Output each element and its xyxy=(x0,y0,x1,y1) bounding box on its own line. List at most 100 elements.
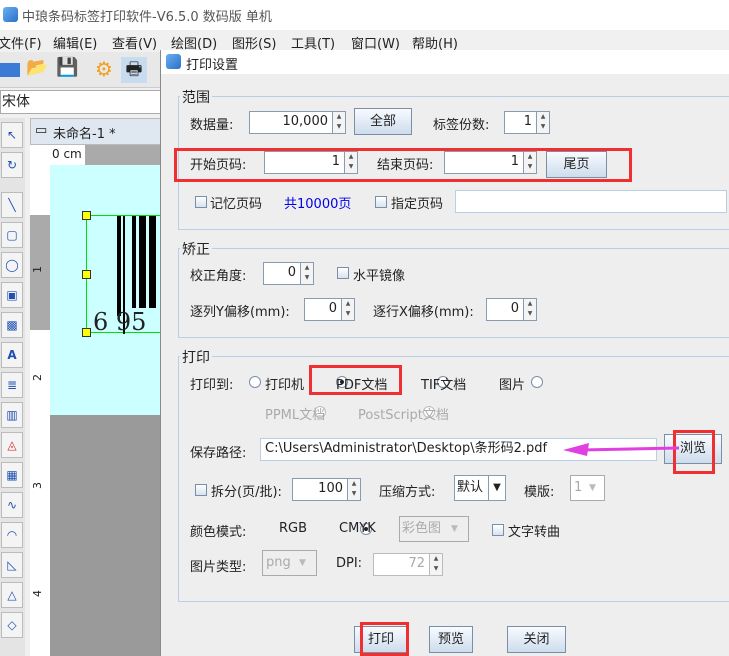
angle-spinner[interactable]: ▲ ▼ xyxy=(300,262,314,285)
open-folder-icon[interactable]: 📂 xyxy=(26,57,52,83)
line-icon[interactable]: ╲ xyxy=(1,192,23,218)
total-pages: 共10000页 xyxy=(284,197,352,212)
pointer-icon[interactable]: ↖ xyxy=(1,122,23,148)
curve-icon[interactable]: ∿ xyxy=(1,492,23,518)
split-spinner[interactable]: ▲ ▼ xyxy=(347,478,361,501)
compress-select[interactable]: 默认 ▼ xyxy=(454,475,506,501)
arc-icon[interactable]: ◠ xyxy=(1,522,23,548)
y-offset-spinner[interactable]: ▲ ▼ xyxy=(341,298,355,321)
image-type-select[interactable]: png ▼ xyxy=(262,550,317,576)
polygon-icon[interactable]: ◺ xyxy=(1,552,23,578)
document-tab-label: 未命名-1 * xyxy=(53,127,116,142)
data-count-spinner[interactable]: ▲ ▼ xyxy=(332,111,346,134)
end-page-label: 结束页码: xyxy=(377,158,434,173)
save-path-label: 保存路径: xyxy=(190,446,247,461)
print-to-label: 打印到: xyxy=(190,378,234,393)
mirror-checkbox[interactable] xyxy=(337,267,349,279)
qrcode-icon[interactable]: ▦ xyxy=(1,462,23,488)
end-page-spinner[interactable]: ▲ ▼ xyxy=(523,151,537,174)
horizontal-ruler: 0 cm xyxy=(30,145,165,165)
dialog-logo-icon xyxy=(166,54,181,69)
print-label: 打印 xyxy=(180,347,212,367)
radio-cmyk-label: CMYK xyxy=(339,521,376,536)
preview-button[interactable]: 预览 xyxy=(429,626,473,653)
mirror-label: 水平镜像 xyxy=(353,269,406,284)
app-title: 中琅条码标签打印软件-V6.5.0 数码版 单机 xyxy=(22,10,272,25)
dpi-spinner[interactable]: ▲ ▼ xyxy=(429,553,443,576)
angle-input[interactable]: 0 xyxy=(263,262,301,285)
data-count-label: 数据量: xyxy=(190,118,234,133)
x-offset-spinner[interactable]: ▲ ▼ xyxy=(523,298,537,321)
barcode-icon[interactable]: ▥ xyxy=(1,402,23,428)
shape-icon[interactable]: ◬ xyxy=(1,432,23,458)
x-offset-input[interactable]: 0 xyxy=(486,298,524,321)
color-type-select[interactable]: 彩色图 ▼ xyxy=(399,516,469,542)
font-select[interactable]: 宋体 xyxy=(0,90,165,114)
specify-page-checkbox[interactable] xyxy=(375,196,387,208)
close-button[interactable]: 关闭 xyxy=(507,626,566,653)
data-count-input[interactable]: 10,000 xyxy=(249,111,333,134)
specify-page-input[interactable] xyxy=(455,190,727,213)
remember-page-checkbox[interactable] xyxy=(195,196,207,208)
toolbar: 📂 💾 ⚙ 🖶 xyxy=(0,52,170,88)
radio-printer[interactable] xyxy=(249,376,261,388)
chevron-down-icon: ▼ xyxy=(589,483,596,493)
document-tab[interactable]: ▭ 未命名-1 * xyxy=(30,118,165,145)
color-mode-label: 颜色模式: xyxy=(190,525,247,540)
copies-input[interactable]: 1 xyxy=(504,111,537,134)
menu-file[interactable]: 文件(F) xyxy=(0,33,42,52)
last-page-button[interactable]: 尾页 xyxy=(546,151,607,178)
chevron-down-icon: ▼ xyxy=(451,524,458,534)
y-offset-input[interactable]: 0 xyxy=(304,298,342,321)
correction-group xyxy=(178,248,729,338)
dpi-input[interactable]: 72 xyxy=(373,553,430,576)
label-canvas[interactable]: 6 95 xyxy=(50,165,166,415)
specify-page-label: 指定页码 xyxy=(391,197,444,212)
copies-spinner[interactable]: ▲ ▼ xyxy=(536,111,550,134)
split-label: 拆分(页/批): xyxy=(211,485,282,500)
diamond-icon[interactable]: ◇ xyxy=(1,612,23,638)
ruler-v-1: 1 xyxy=(31,266,44,273)
end-page-input[interactable]: 1 xyxy=(444,151,524,174)
triangle-icon[interactable]: △ xyxy=(1,582,23,608)
rotate-icon[interactable]: ↻ xyxy=(1,152,23,178)
resize-handle[interactable] xyxy=(82,328,91,337)
rich-text-icon[interactable]: ≣ xyxy=(1,372,23,398)
save-icon[interactable]: 💾 xyxy=(56,57,82,83)
canvas-background xyxy=(50,415,165,656)
resize-handle[interactable] xyxy=(82,270,91,279)
text-icon[interactable]: A xyxy=(1,342,23,368)
ruler-v-4: 4 xyxy=(31,590,44,597)
dialog-titlebar: 打印设置 xyxy=(161,50,729,74)
split-input[interactable]: 100 xyxy=(292,478,348,501)
menu-view[interactable]: 查看(V) xyxy=(112,33,157,52)
template-select[interactable]: 1 ▼ xyxy=(570,475,605,501)
barcode-object[interactable]: 6 95 xyxy=(86,215,166,336)
start-page-input[interactable]: 1 xyxy=(264,151,345,174)
split-checkbox[interactable] xyxy=(195,484,207,496)
image-icon[interactable]: ▣ xyxy=(1,282,23,308)
rounded-rect-icon[interactable]: ▢ xyxy=(1,222,23,248)
vertical-ruler: 1 2 3 4 xyxy=(30,165,50,656)
text-curve-label: 文字转曲 xyxy=(508,525,561,540)
compress-value: 默认 xyxy=(457,480,484,495)
radio-printer-label: 打印机 xyxy=(265,378,305,393)
menu-bar: 文件(F) 编辑(E) 查看(V) 绘图(D) 图形(S) 工具(T) 窗口(W… xyxy=(0,30,729,52)
picture-icon[interactable]: ▩ xyxy=(1,312,23,338)
all-button[interactable]: 全部 xyxy=(354,108,412,135)
gear-icon[interactable]: ⚙ xyxy=(95,57,121,83)
range-label: 范围 xyxy=(180,87,212,107)
drawing-tools: ↖ ↻ ╲ ▢ ◯ ▣ ▩ A ≣ ▥ ◬ ▦ ∿ ◠ ◺ △ ◇ xyxy=(0,118,25,656)
new-icon[interactable] xyxy=(0,63,20,77)
text-curve-checkbox[interactable] xyxy=(492,524,504,536)
chevron-down-icon: ▼ xyxy=(299,558,306,568)
window-icon: ▭ xyxy=(35,123,48,138)
copies-label: 标签份数: xyxy=(433,118,490,133)
print-icon[interactable]: 🖶 xyxy=(121,57,147,83)
resize-handle[interactable] xyxy=(82,211,91,220)
ellipse-icon[interactable]: ◯ xyxy=(1,252,23,278)
template-value: 1 xyxy=(574,480,583,495)
start-page-spinner[interactable]: ▲ ▼ xyxy=(344,151,358,174)
angle-label: 校正角度: xyxy=(190,269,247,284)
menu-edit[interactable]: 编辑(E) xyxy=(53,33,97,52)
